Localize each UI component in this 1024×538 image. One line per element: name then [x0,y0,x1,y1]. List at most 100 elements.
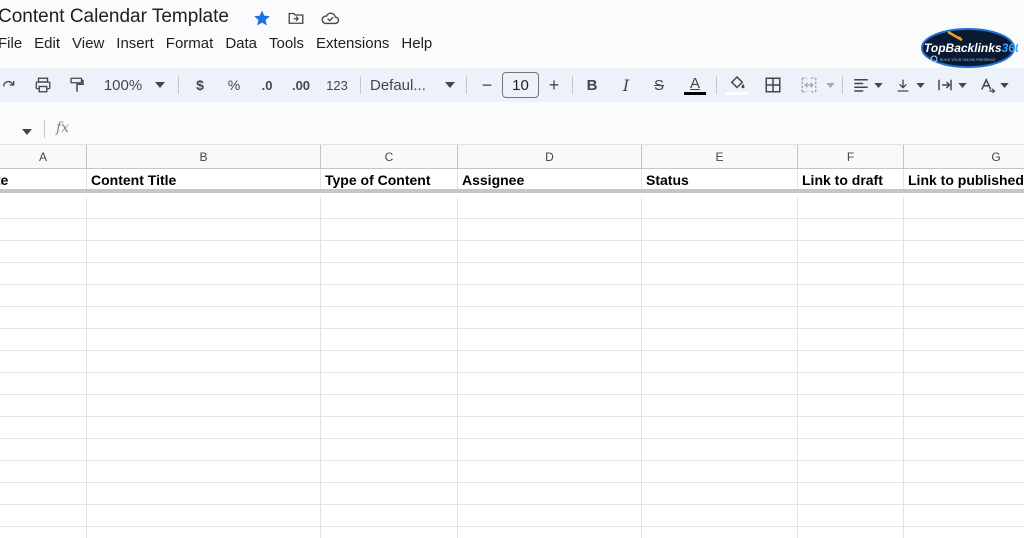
menu-extensions[interactable]: Extensions [310,33,395,55]
cell-c6[interactable] [321,285,458,307]
italic-button[interactable]: I [614,68,638,102]
cell-d6[interactable] [458,285,642,307]
horizontal-align-caret-icon[interactable] [872,68,884,102]
bold-button[interactable]: B [580,68,604,102]
cell-b9[interactable] [87,351,321,373]
cell-a2[interactable] [0,197,87,219]
cell-f15[interactable] [798,483,904,505]
cell-e17[interactable] [642,527,798,538]
column-header-b[interactable]: B [87,145,321,169]
text-color-button[interactable]: A [682,68,708,102]
cell-e16[interactable] [642,505,798,527]
cell-d12[interactable] [458,417,642,439]
cell-f8[interactable] [798,329,904,351]
cell-f7[interactable] [798,307,904,329]
cell-a3[interactable] [0,219,87,241]
column-header-a[interactable]: A [0,145,87,169]
increase-decimal-button[interactable]: .00 [288,68,314,102]
cell-f13[interactable] [798,439,904,461]
cell-f10[interactable] [798,373,904,395]
name-box-caret-icon[interactable] [22,122,32,140]
cell-d10[interactable] [458,373,642,395]
cell-g5[interactable] [904,263,1024,285]
menu-file[interactable]: File [0,33,28,55]
cell-g12[interactable] [904,417,1024,439]
cell-e11[interactable] [642,395,798,417]
cell-d17[interactable] [458,527,642,538]
cell-f1[interactable]: Link to draft [798,169,904,189]
cell-b17[interactable] [87,527,321,538]
cell-a13[interactable] [0,439,87,461]
cell-d7[interactable] [458,307,642,329]
cell-c9[interactable] [321,351,458,373]
cell-e12[interactable] [642,417,798,439]
cell-b12[interactable] [87,417,321,439]
sheet-grid[interactable]: A B C D E F G Date Content Title Type of… [0,144,1024,538]
cell-g2[interactable] [904,197,1024,219]
cell-b11[interactable] [87,395,321,417]
cell-d16[interactable] [458,505,642,527]
cell-e15[interactable] [642,483,798,505]
cell-e1[interactable]: Status [642,169,798,189]
column-header-d[interactable]: D [458,145,642,169]
cell-c8[interactable] [321,329,458,351]
cell-b8[interactable] [87,329,321,351]
cell-c7[interactable] [321,307,458,329]
cell-b7[interactable] [87,307,321,329]
cell-g4[interactable] [904,241,1024,263]
cell-g16[interactable] [904,505,1024,527]
text-wrapping-caret-icon[interactable] [956,68,968,102]
cell-e6[interactable] [642,285,798,307]
cell-f14[interactable] [798,461,904,483]
decrease-decimal-button[interactable]: .0 [254,68,280,102]
cell-g14[interactable] [904,461,1024,483]
menu-help[interactable]: Help [395,33,438,55]
vertical-align-caret-icon[interactable] [914,68,926,102]
cell-g15[interactable] [904,483,1024,505]
cell-d14[interactable] [458,461,642,483]
strikethrough-button[interactable]: S [646,68,672,102]
cell-b13[interactable] [87,439,321,461]
cell-a7[interactable] [0,307,87,329]
cell-e8[interactable] [642,329,798,351]
cell-g10[interactable] [904,373,1024,395]
cell-f3[interactable] [798,219,904,241]
cell-e13[interactable] [642,439,798,461]
cell-b2[interactable] [87,197,321,219]
redo-icon[interactable] [0,68,18,102]
cell-a11[interactable] [0,395,87,417]
cell-d5[interactable] [458,263,642,285]
cell-c10[interactable] [321,373,458,395]
cell-a15[interactable] [0,483,87,505]
cell-a1[interactable]: Date [0,169,87,189]
increase-font-size-button[interactable]: + [543,68,565,102]
column-header-e[interactable]: E [642,145,798,169]
cell-e5[interactable] [642,263,798,285]
cell-f17[interactable] [798,527,904,538]
cell-c12[interactable] [321,417,458,439]
cell-d15[interactable] [458,483,642,505]
vertical-align-icon[interactable] [892,68,914,102]
menu-format[interactable]: Format [160,33,220,55]
cell-e7[interactable] [642,307,798,329]
zoom-select[interactable]: 100% [100,68,146,102]
cell-d3[interactable] [458,219,642,241]
cell-a12[interactable] [0,417,87,439]
merge-cells-icon[interactable] [796,68,822,102]
cell-f2[interactable] [798,197,904,219]
cell-f12[interactable] [798,417,904,439]
cell-f4[interactable] [798,241,904,263]
cell-a8[interactable] [0,329,87,351]
cell-c13[interactable] [321,439,458,461]
number-format-button[interactable]: 123 [324,68,350,102]
cell-d9[interactable] [458,351,642,373]
column-header-c[interactable]: C [321,145,458,169]
cell-e4[interactable] [642,241,798,263]
cell-g17[interactable] [904,527,1024,538]
cell-b16[interactable] [87,505,321,527]
cell-d1[interactable]: Assignee [458,169,642,189]
star-icon[interactable] [252,8,272,28]
cell-d13[interactable] [458,439,642,461]
cell-b1[interactable]: Content Title [87,169,321,189]
cell-a6[interactable] [0,285,87,307]
